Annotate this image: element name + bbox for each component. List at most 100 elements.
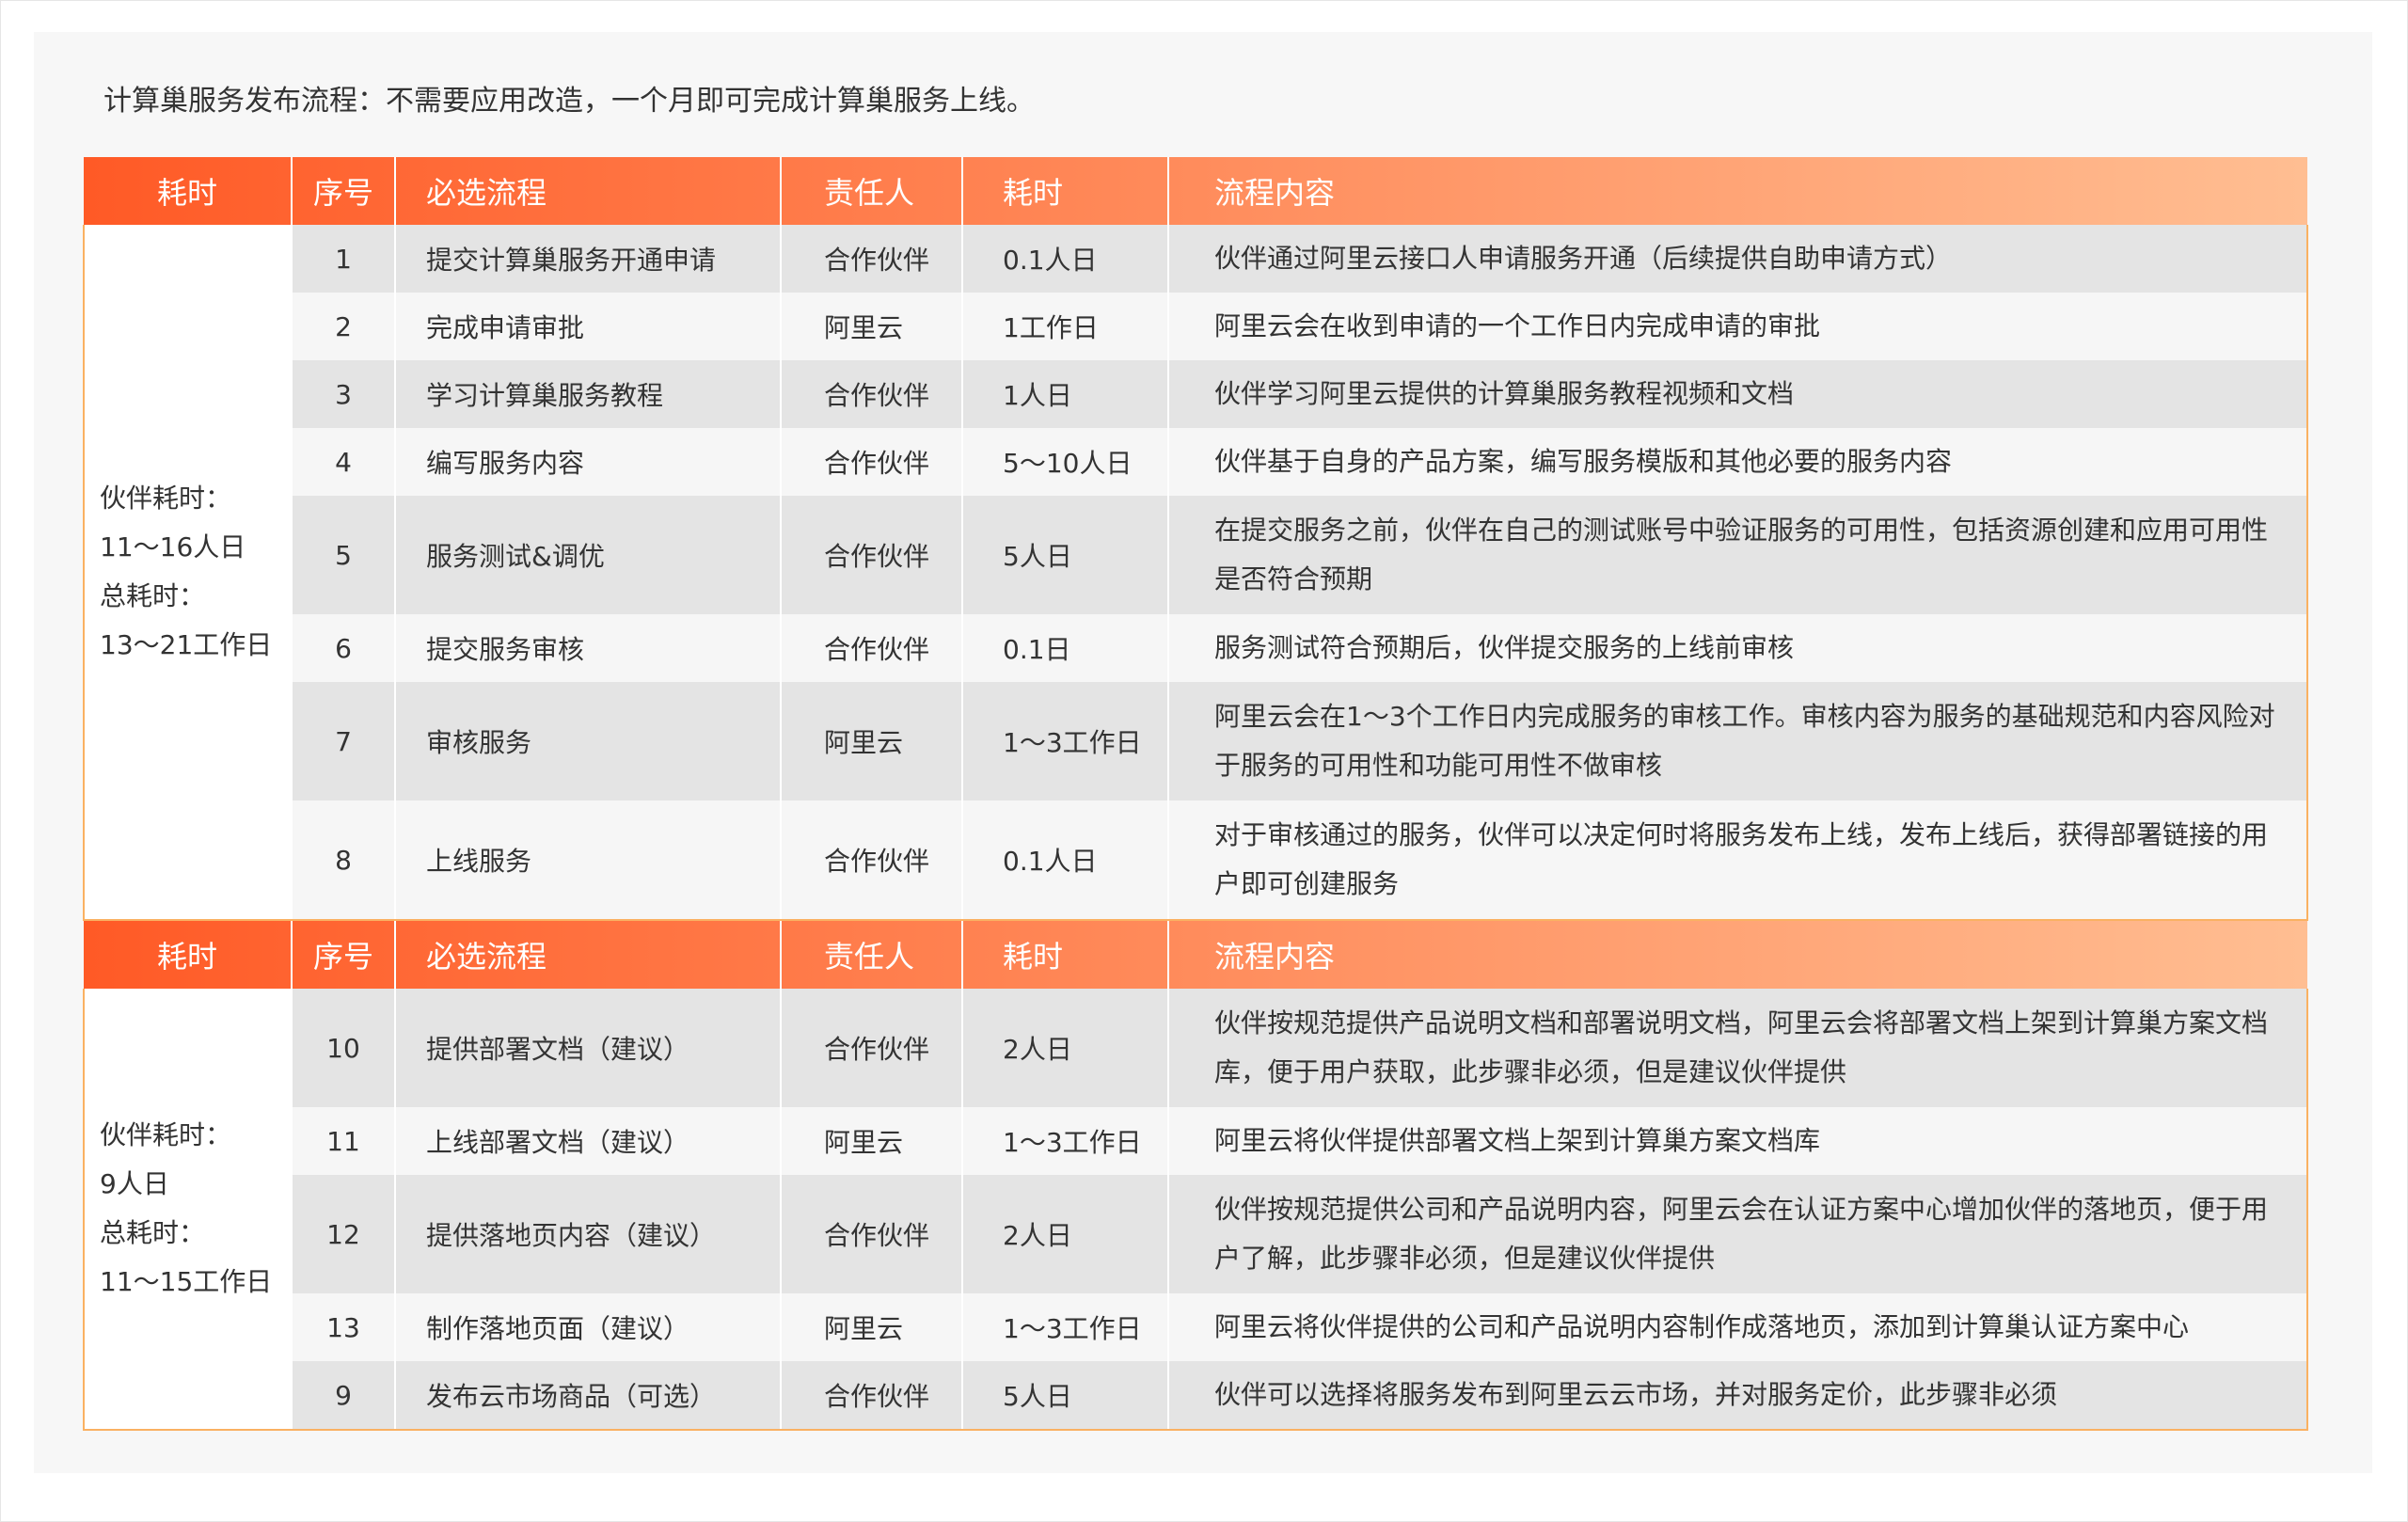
step-name: 发布云市场商品（可选） [395, 1361, 782, 1431]
step-number: 2 [292, 293, 396, 360]
step-number: 4 [292, 428, 396, 496]
step-owner: 阿里云 [781, 1107, 963, 1175]
section-elapsed-summary: 伙伴耗时： 11～16人日 总耗时： 13～21工作日 [83, 225, 293, 921]
step-number: 9 [292, 1361, 396, 1431]
step-owner: 合作伙伴 [781, 1361, 963, 1431]
step-description: 伙伴按规范提供公司和产品说明内容，阿里云会在认证方案中心增加伙伴的落地页，便于用… [1168, 1175, 2308, 1293]
table-row: 7 审核服务 阿里云 1～3工作日 阿里云会在1～3个工作日内完成服务的审核工作。审核内… [84, 682, 2308, 801]
header-elapsed: 耗时 [84, 920, 293, 989]
step-number: 10 [292, 989, 396, 1107]
step-name: 制作落地页面（建议） [395, 1293, 782, 1361]
table-header-row: 耗时 序号 必选流程 责任人 耗时 流程内容 [84, 157, 2307, 225]
table-row: 13 制作落地页面（建议） 阿里云 1～3工作日 阿里云将伙伴提供的公司和产品说明内容制… [84, 1293, 2308, 1361]
table-row: 6 提交服务审核 合作伙伴 0.1日 服务测试符合预期后，伙伴提交服务的上线前审核 [84, 614, 2308, 682]
step-description: 伙伴可以选择将服务发布到阿里云云市场，并对服务定价，此步骤非必须 [1168, 1361, 2308, 1431]
step-description: 阿里云将伙伴提供的公司和产品说明内容制作成落地页，添加到计算巢认证方案中心 [1168, 1293, 2308, 1361]
step-description: 伙伴学习阿里云提供的计算巢服务教程视频和文档 [1168, 360, 2308, 428]
step-duration: 2人日 [962, 989, 1169, 1107]
table-row: 11 上线部署文档（建议） 阿里云 1～3工作日 阿里云将伙伴提供部署文档上架到计算巢方… [84, 1107, 2308, 1175]
step-number: 13 [292, 1293, 396, 1361]
step-number: 7 [292, 682, 396, 801]
step-name: 提交服务审核 [395, 614, 782, 682]
step-owner: 合作伙伴 [781, 225, 963, 293]
step-description: 阿里云将伙伴提供部署文档上架到计算巢方案文档库 [1168, 1107, 2308, 1175]
header-description: 流程内容 [1214, 939, 1336, 975]
header-number: 序号 [292, 157, 396, 225]
step-name: 学习计算巢服务教程 [395, 360, 782, 428]
elapsed-summary-line: 总耗时： [100, 1217, 206, 1248]
step-number: 1 [292, 225, 396, 293]
step-duration: 1～3工作日 [962, 1107, 1169, 1175]
step-description: 伙伴按规范提供产品说明文档和部署说明文档，阿里云会将部署文档上架到计算巢方案文档… [1168, 989, 2308, 1107]
elapsed-summary-line: 伙伴耗时： [100, 1119, 232, 1150]
step-description: 阿里云会在收到申请的一个工作日内完成申请的审批 [1168, 293, 2308, 360]
step-name: 提交计算巢服务开通申请 [395, 225, 782, 293]
step-name: 提供落地页内容（建议） [395, 1175, 782, 1293]
section-elapsed-summary: 伙伴耗时： 9人日总耗时： 11～15工作日 [83, 989, 293, 1431]
step-owner: 阿里云 [781, 293, 963, 360]
step-name: 服务测试&调优 [395, 496, 782, 614]
step-number: 3 [292, 360, 396, 428]
table-row: 9 发布云市场商品（可选） 合作伙伴 5人日 伙伴可以选择将服务发布到阿里云云市场，并对… [84, 1361, 2308, 1431]
table-row: 8 上线服务 合作伙伴 0.1人日 对于审核通过的服务，伙伴可以决定何时将服务发布上线，… [84, 801, 2308, 921]
header-elapsed: 耗时 [84, 157, 293, 225]
step-description: 伙伴通过阿里云接口人申请服务开通（后续提供自助申请方式） [1168, 225, 2308, 293]
step-owner: 阿里云 [781, 1293, 963, 1361]
step-name: 上线服务 [395, 801, 782, 921]
header-step: 必选流程 [395, 920, 782, 989]
elapsed-summary-line: 9人日 [100, 1168, 169, 1199]
step-owner: 合作伙伴 [781, 801, 963, 921]
elapsed-summary-line: 总耗时： [100, 580, 206, 611]
intro-text: 计算巢服务发布流程：不需要应用改造，一个月即可完成计算巢服务上线。 [103, 85, 1035, 118]
elapsed-summary-line: 11～16人日 [100, 531, 246, 563]
step-description: 在提交服务之前，伙伴在自己的测试账号中验证服务的可用性，包括资源创建和应用可用性… [1168, 496, 2308, 614]
step-owner: 合作伙伴 [781, 989, 963, 1107]
step-duration: 5人日 [962, 496, 1169, 614]
step-duration: 0.1人日 [962, 801, 1169, 921]
table-row: 伙伴耗时： 9人日 总耗时： 11～15工作日 10 提供部署文档（建议） 合作伙伴 2人日伙… [83, 989, 2308, 1431]
step-description: 伙伴基于自身的产品方案，编写服务模版和其他必要的服务内容 [1168, 428, 2308, 496]
step-name: 提供部署文档（建议） [395, 989, 782, 1107]
table-row: 12 提供落地页内容（建议） 合作伙伴 2人日 伙伴按规范提供公司和产品说明内容，阿里云… [84, 1175, 2308, 1293]
step-duration: 5人日 [962, 1361, 1169, 1431]
step-duration: 0.1日 [962, 614, 1169, 682]
step-number: 6 [292, 614, 396, 682]
table-row: 伙伴耗时： 11～16人日 总耗时： 13～21工作日 1 提交计算巢服务开通申请 合作伙伴… [83, 225, 2308, 921]
table-row: 3 学习计算巢服务教程 合作伙伴 1人日 伙伴学习阿里云提供的计算巢服务教程视频和文档 [84, 360, 2308, 428]
header-duration: 耗时 [962, 157, 1169, 225]
step-duration: 1工作日 [962, 293, 1169, 360]
step-number: 12 [292, 1175, 396, 1293]
step-duration: 2人日 [962, 1175, 1169, 1293]
step-owner: 阿里云 [781, 682, 963, 801]
step-owner: 合作伙伴 [781, 496, 963, 614]
step-number: 5 [292, 496, 396, 614]
step-duration: 1～3工作日 [962, 682, 1169, 801]
step-name: 编写服务内容 [395, 428, 782, 496]
header-number: 序号 [292, 920, 396, 989]
header-description: 流程内容 [1214, 175, 1336, 211]
table-header-row: 耗时 序号 必选流程 责任人 耗时 流程内容 [84, 920, 2307, 989]
step-owner: 合作伙伴 [781, 428, 963, 496]
process-table: 耗时 序号 必选流程 责任人 耗时 流程内容 伙伴耗时： 11～16人日 总耗时： 13～21工作… [83, 157, 2308, 1431]
step-duration: 0.1人日 [962, 225, 1169, 293]
header-owner: 责任人 [781, 157, 963, 225]
step-name: 上线部署文档（建议） [395, 1107, 782, 1175]
step-duration: 5～10人日 [962, 428, 1169, 496]
step-description: 对于审核通过的服务，伙伴可以决定何时将服务发布上线，发布上线后，获得部署链接的用… [1168, 801, 2308, 921]
step-duration: 1人日 [962, 360, 1169, 428]
elapsed-summary-line: 伙伴耗时： [100, 483, 232, 514]
table-row: 2 完成申请审批 阿里云 1工作日 阿里云会在收到申请的一个工作日内完成申请的审批 [84, 293, 2308, 360]
step-name: 完成申请审批 [395, 293, 782, 360]
table-row: 4 编写服务内容 合作伙伴 5～10人日 伙伴基于自身的产品方案，编写服务模版和其他必要… [84, 428, 2308, 496]
elapsed-summary-line: 11～15工作日 [100, 1266, 273, 1297]
step-duration: 1～3工作日 [962, 1293, 1169, 1361]
header-duration: 耗时 [962, 920, 1169, 989]
step-number: 8 [292, 801, 396, 921]
table-row: 5 服务测试&调优 合作伙伴 5人日 在提交服务之前，伙伴在自己的测试账号中验证服务的可… [84, 496, 2308, 614]
step-description: 服务测试符合预期后，伙伴提交服务的上线前审核 [1168, 614, 2308, 682]
elapsed-summary-line: 13～21工作日 [100, 629, 273, 660]
step-owner: 合作伙伴 [781, 360, 963, 428]
step-name: 审核服务 [395, 682, 782, 801]
step-number: 11 [292, 1107, 396, 1175]
step-description: 阿里云会在1～3个工作日内完成服务的审核工作。审核内容为服务的基础规范和内容风险… [1168, 682, 2308, 801]
